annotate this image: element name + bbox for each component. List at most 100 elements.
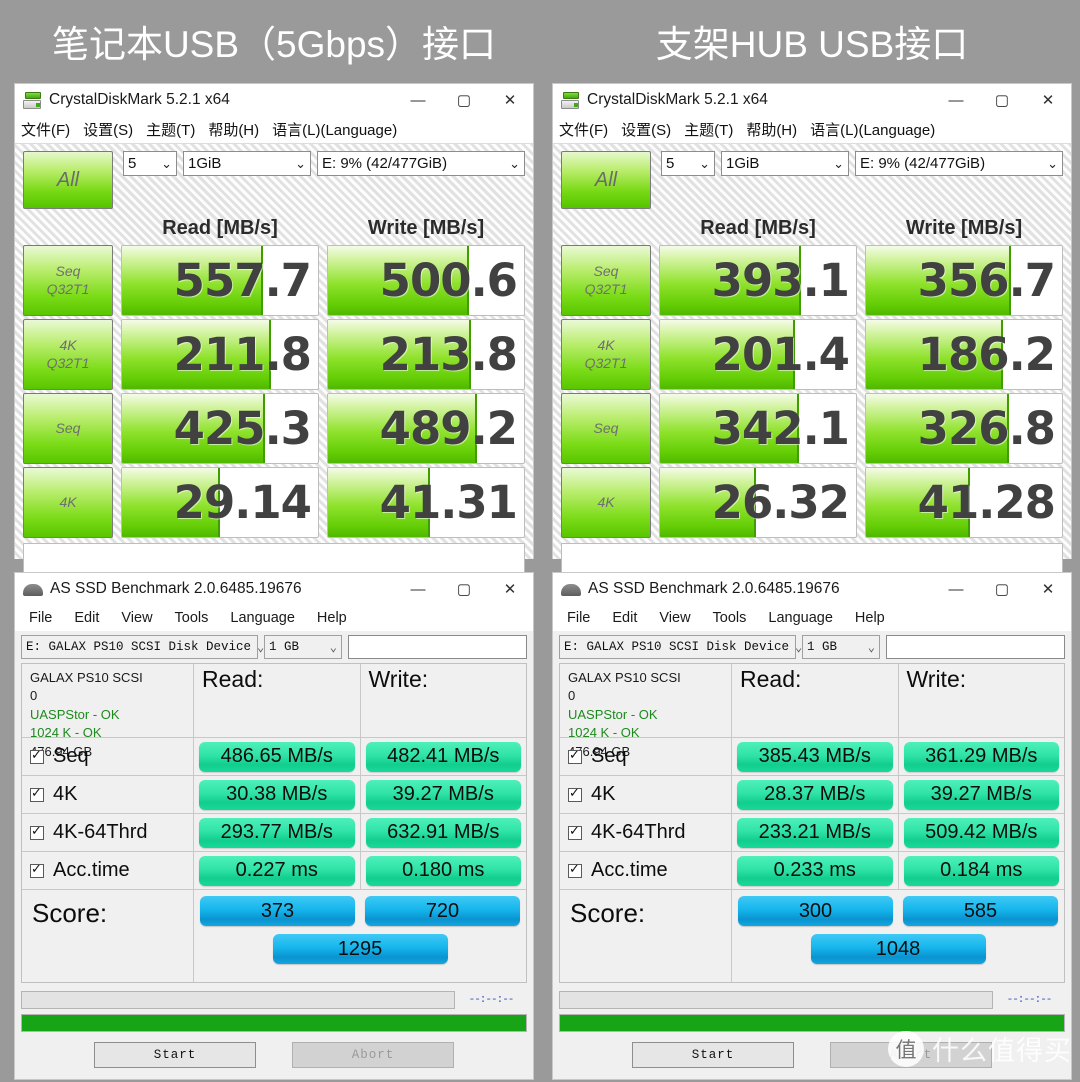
menu-item-help[interactable]: 帮助(H) — [746, 119, 797, 140]
start-button[interactable]: Start — [632, 1042, 794, 1068]
size-select[interactable]: 1 GB ⌄ — [802, 635, 880, 659]
menu-item-file[interactable]: 文件(F) — [559, 119, 608, 140]
test-size-select[interactable]: 1GiB ⌄ — [721, 151, 849, 176]
menu-item-help[interactable]: Help — [317, 610, 347, 626]
write-value: 0.180 ms — [365, 855, 521, 886]
test-name-seq[interactable]: Seq — [22, 738, 194, 775]
close-icon[interactable]: ✕ — [487, 573, 533, 605]
row-label-4k[interactable]: 4K — [23, 467, 113, 538]
checkbox-4k[interactable] — [30, 785, 44, 802]
menu-item-tools[interactable]: Tools — [175, 610, 209, 626]
test-name-4k-64thrd[interactable]: 4K-64Thrd — [560, 814, 732, 851]
checkbox-4k-64thrd[interactable] — [30, 823, 44, 840]
row-label-seq-q32t1[interactable]: Seq Q32T1 — [23, 245, 113, 316]
menu-item-file[interactable]: File — [29, 610, 52, 626]
test-name-acc-time[interactable]: Acc.time — [22, 852, 194, 889]
checkbox-seq[interactable] — [30, 747, 44, 764]
menu-item-help[interactable]: Help — [855, 610, 885, 626]
maximize-icon[interactable]: ▢ — [979, 84, 1025, 116]
menu-item-theme[interactable]: 主题(T) — [146, 119, 195, 140]
row-label-seq-q32t1[interactable]: Seq Q32T1 — [561, 245, 651, 316]
menu-item-view[interactable]: View — [121, 610, 152, 626]
drive-select[interactable]: E: 9% (42/477GiB) ⌄ — [317, 151, 525, 176]
checkbox-seq[interactable] — [568, 747, 582, 764]
read-header: Read [MB/s] — [162, 217, 278, 239]
note-field[interactable] — [886, 635, 1065, 659]
write-value: 632.91 MB/s — [365, 817, 521, 848]
titlebar: CrystalDiskMark 5.2.1 x64 — ▢ ✕ — [553, 84, 1071, 116]
row-label-4k[interactable]: 4K — [561, 467, 651, 538]
test-name-acc-time[interactable]: Acc.time — [560, 852, 732, 889]
run-all-button[interactable]: All — [23, 151, 113, 209]
write-header: Write [MB/s] — [905, 217, 1023, 239]
row-label-seq[interactable]: Seq — [561, 393, 651, 464]
elapsed-time: --:--:-- — [468, 994, 515, 1006]
read-cell: 201.4 — [659, 319, 857, 390]
read-value: 201.4 — [711, 328, 850, 381]
row-label-4k-q32t1[interactable]: 4K Q32T1 — [23, 319, 113, 390]
menu-item-help[interactable]: 帮助(H) — [208, 119, 259, 140]
drive-value: E: 9% (42/477GiB) — [322, 155, 448, 172]
asssd-window-left: AS SSD Benchmark 2.0.6485.19676 — ▢ ✕ Fi… — [14, 572, 534, 1080]
test-size-select[interactable]: 1GiB ⌄ — [183, 151, 311, 176]
read-value: 557.7 — [173, 254, 312, 307]
write-cell: 356.7 — [865, 245, 1063, 316]
drive-select[interactable]: E: GALAX PS10 SCSI Disk Device ⌄ — [21, 635, 264, 659]
menu-item-edit[interactable]: Edit — [74, 610, 99, 626]
close-icon[interactable]: ✕ — [1025, 84, 1071, 116]
titlebar: CrystalDiskMark 5.2.1 x64 — ▢ ✕ — [15, 84, 533, 116]
maximize-icon[interactable]: ▢ — [979, 573, 1025, 605]
window-controls: — ▢ ✕ — [933, 573, 1071, 605]
drive-select[interactable]: E: 9% (42/477GiB) ⌄ — [855, 151, 1063, 176]
row-label-line1: 4K — [59, 493, 77, 510]
close-icon[interactable]: ✕ — [1025, 573, 1071, 605]
drive-value: E: 9% (42/477GiB) — [860, 155, 986, 172]
close-icon[interactable]: ✕ — [487, 84, 533, 116]
minimize-icon[interactable]: — — [933, 573, 979, 605]
menu-item-settings[interactable]: 设置(S) — [83, 119, 133, 140]
result-rows: Seq Q32T1 393.1 356.7 4K Q32T1 201.4 186… — [561, 245, 1063, 538]
run-all-button[interactable]: All — [561, 151, 651, 209]
minimize-icon[interactable]: — — [395, 573, 441, 605]
note-field[interactable] — [348, 635, 527, 659]
menu-item-file[interactable]: File — [567, 610, 590, 626]
minimize-icon[interactable]: — — [933, 84, 979, 116]
checkbox-acc-time[interactable] — [568, 861, 582, 878]
maximize-icon[interactable]: ▢ — [441, 84, 487, 116]
maximize-icon[interactable]: ▢ — [441, 573, 487, 605]
start-button[interactable]: Start — [94, 1042, 256, 1068]
write-cell: 0.184 ms — [899, 852, 1065, 889]
row-label-4k-q32t1[interactable]: 4K Q32T1 — [561, 319, 651, 390]
row-label-seq[interactable]: Seq — [23, 393, 113, 464]
read-value: 211.8 — [173, 328, 312, 381]
menu-item-theme[interactable]: 主题(T) — [684, 119, 733, 140]
checkbox-acc-time[interactable] — [30, 861, 44, 878]
row-label-line2: Q32T1 — [584, 280, 628, 297]
window-controls: — ▢ ✕ — [395, 573, 533, 605]
menu-item-language[interactable]: Language — [768, 610, 833, 626]
drive-select[interactable]: E: GALAX PS10 SCSI Disk Device ⌄ — [559, 635, 802, 659]
titlebar: AS SSD Benchmark 2.0.6485.19676 — ▢ ✕ — [553, 573, 1071, 605]
menu-item-settings[interactable]: 设置(S) — [621, 119, 671, 140]
menu-item-language[interactable]: 语言(L)(Language) — [810, 119, 935, 140]
test-count-select[interactable]: 5 ⌄ — [123, 151, 177, 176]
menu-item-language[interactable]: Language — [230, 610, 295, 626]
menu-item-view[interactable]: View — [659, 610, 690, 626]
write-value: 0.184 ms — [903, 855, 1059, 886]
checkbox-4k[interactable] — [568, 785, 582, 802]
menu-item-file[interactable]: 文件(F) — [21, 119, 70, 140]
test-name-4k-64thrd[interactable]: 4K-64Thrd — [22, 814, 194, 851]
write-cell: 482.41 MB/s — [361, 738, 527, 775]
minimize-icon[interactable]: — — [395, 84, 441, 116]
checkbox-4k-64thrd[interactable] — [568, 823, 582, 840]
test-name-seq[interactable]: Seq — [560, 738, 732, 775]
size-select[interactable]: 1 GB ⌄ — [264, 635, 342, 659]
test-count-select[interactable]: 5 ⌄ — [661, 151, 715, 176]
menu-item-tools[interactable]: Tools — [713, 610, 747, 626]
read-value: 393.1 — [711, 254, 850, 307]
menu-item-language[interactable]: 语言(L)(Language) — [272, 119, 397, 140]
row-label-line2: Q32T1 — [46, 354, 90, 371]
menu-item-edit[interactable]: Edit — [612, 610, 637, 626]
test-name-4k[interactable]: 4K — [560, 776, 732, 813]
test-name-4k[interactable]: 4K — [22, 776, 194, 813]
